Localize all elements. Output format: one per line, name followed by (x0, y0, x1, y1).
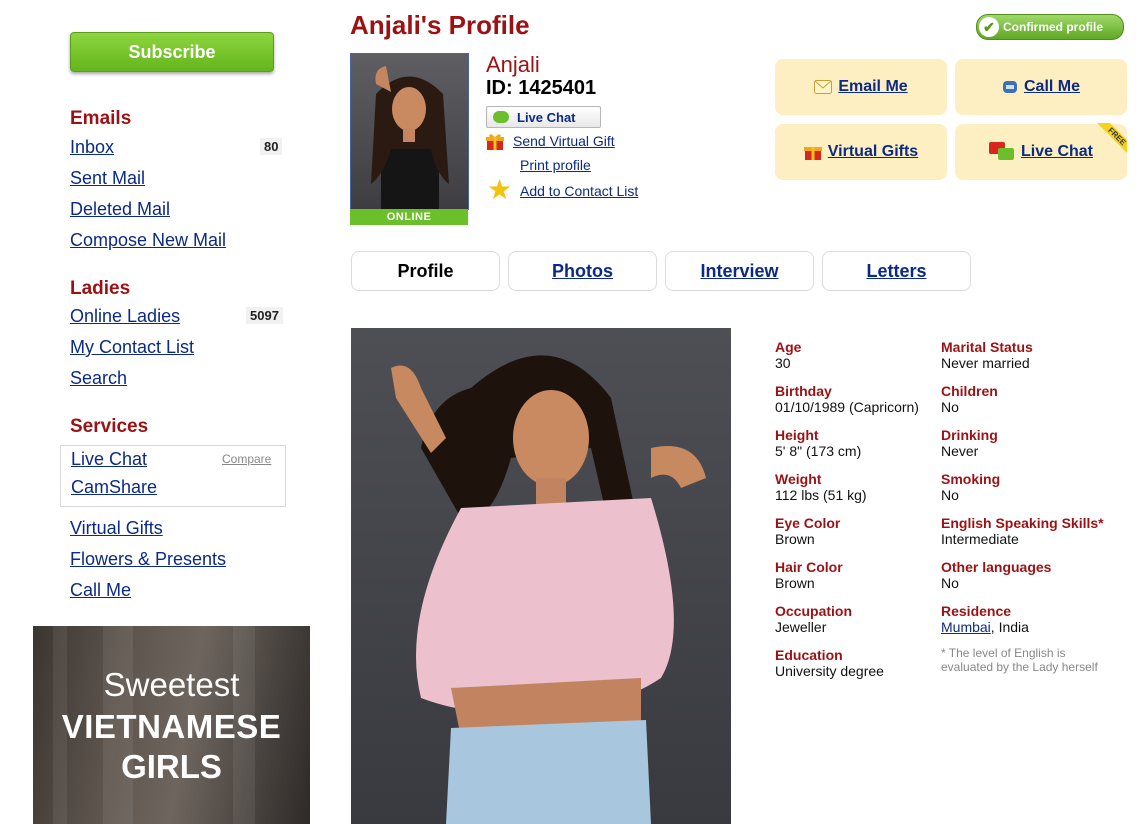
add-to-contact-list-link[interactable]: Add to Contact List (520, 183, 638, 199)
detail-label-birthday: Birthday (775, 383, 832, 399)
call-me-button[interactable]: Call Me (955, 59, 1127, 115)
call-me-label: Call Me (1023, 78, 1080, 95)
tab-letters[interactable]: Letters (822, 251, 971, 291)
live-chat-small-label: Live Chat (517, 109, 576, 125)
banner-line-1: Sweetest (103, 666, 240, 703)
detail-label-hair-color: Hair Color (775, 559, 843, 575)
thumbnail-portrait (371, 66, 449, 209)
detail-value-residence: Mumbai, India (941, 619, 1029, 635)
gift-icon (486, 134, 504, 150)
detail-value-education: University degree (775, 663, 884, 679)
sidebar-item-flowers-presents[interactable]: Flowers & Presents (70, 549, 226, 570)
detail-value-age: 30 (775, 355, 791, 371)
banner-line-2: VIETNAMESE (61, 708, 282, 745)
lady-name: Anjali (486, 52, 540, 77)
tab-photos[interactable]: Photos (508, 251, 657, 291)
detail-label-education: Education (775, 647, 843, 663)
main-photo-illustration (391, 355, 706, 824)
detail-value-occupation: Jeweller (775, 619, 827, 635)
detail-value-marital-status: Never married (941, 355, 1030, 371)
detail-value-eye-color: Brown (775, 531, 815, 547)
ladies-section-title: Ladies (70, 278, 131, 299)
sidebar: Subscribe Emails Inbox 80 Sent Mail Dele… (0, 0, 330, 824)
confirmed-profile-label: Confirmed profile (1003, 20, 1104, 34)
online-ladies-count-badge: 5097 (246, 307, 283, 324)
residence-city-link[interactable]: Mumbai (941, 619, 991, 635)
detail-value-drinking: Never (941, 443, 979, 459)
detail-label-weight: Weight (775, 471, 822, 487)
live-chat-label: Live Chat (1020, 143, 1093, 160)
gift-icon (803, 147, 822, 160)
detail-value-other-languages: No (941, 575, 959, 591)
online-status-badge: ONLINE (350, 209, 468, 225)
sidebar-item-inbox[interactable]: Inbox (70, 137, 114, 158)
detail-label-residence: Residence (941, 603, 1012, 619)
free-ribbon: FREE (1095, 123, 1127, 155)
vietnamese-girls-banner[interactable]: Sweetest VIETNAMESE GIRLS (33, 626, 310, 824)
sidebar-item-camshare[interactable]: CamShare (71, 477, 157, 498)
confirmed-profile-badge: ✔ Confirmed profile (976, 14, 1124, 40)
detail-label-marital-status: Marital Status (941, 339, 1033, 355)
detail-label-english-skills: English Speaking Skills* (941, 515, 1104, 531)
detail-label-occupation: Occupation (775, 603, 853, 619)
main-profile-photo[interactable] (351, 328, 731, 824)
detail-label-children: Children (941, 383, 998, 399)
chat-bubble-icon (493, 111, 509, 123)
detail-value-smoking: No (941, 487, 959, 503)
detail-label-age: Age (775, 339, 802, 355)
detail-value-hair-color: Brown (775, 575, 815, 591)
live-chat-small-button[interactable]: Live Chat (486, 106, 601, 128)
english-skill-footnote: * The level of English is evaluated by t… (941, 646, 1098, 674)
profile-thumbnail[interactable] (350, 53, 469, 210)
email-me-label: Email Me (838, 78, 908, 95)
detail-label-smoking: Smoking (941, 471, 1001, 487)
banner-line-3: GIRLS (121, 748, 222, 785)
print-profile-link[interactable]: Print profile (520, 157, 591, 173)
tab-profile[interactable]: Profile (351, 251, 500, 291)
tab-interview[interactable]: Interview (665, 251, 814, 291)
sidebar-item-virtual-gifts[interactable]: Virtual Gifts (70, 518, 163, 539)
detail-label-drinking: Drinking (941, 427, 998, 443)
residence-country: , India (990, 619, 1029, 635)
virtual-gifts-button[interactable]: Virtual Gifts (775, 124, 947, 180)
chat-icon (988, 142, 1014, 160)
detail-label-height: Height (775, 427, 819, 443)
sidebar-item-search[interactable]: Search (70, 368, 127, 389)
email-me-button[interactable]: Email Me (775, 59, 947, 115)
sidebar-item-deleted-mail[interactable]: Deleted Mail (70, 199, 170, 220)
free-badge-label: FREE (1095, 123, 1127, 155)
detail-label-eye-color: Eye Color (775, 515, 841, 531)
lady-id: ID: 1425401 (486, 77, 597, 99)
emails-section-title: Emails (70, 108, 132, 129)
checkmark-icon: ✔ (979, 17, 999, 37)
sidebar-item-call-me[interactable]: Call Me (70, 580, 131, 601)
envelope-icon (814, 80, 833, 94)
send-virtual-gift-link[interactable]: Send Virtual Gift (513, 133, 615, 149)
virtual-gifts-label: Virtual Gifts (827, 143, 919, 160)
star-icon: ★ (487, 174, 513, 205)
detail-value-height: 5' 8" (173 cm) (775, 443, 862, 459)
detail-value-birthday: 01/10/1989 (Capricorn) (775, 399, 919, 415)
sidebar-item-live-chat[interactable]: Live Chat (71, 449, 147, 470)
subscribe-button[interactable]: Subscribe (70, 32, 274, 72)
sidebar-item-my-contact-list[interactable]: My Contact List (70, 337, 194, 358)
detail-value-weight: 112 lbs (51 kg) (775, 487, 867, 503)
sidebar-item-compose-new-mail[interactable]: Compose New Mail (70, 230, 226, 251)
sidebar-item-sent-mail[interactable]: Sent Mail (70, 168, 145, 189)
sidebar-item-online-ladies[interactable]: Online Ladies (70, 306, 180, 327)
inbox-count-badge: 80 (260, 138, 283, 155)
detail-value-children: No (941, 399, 959, 415)
compare-link[interactable]: Compare (222, 452, 271, 466)
phone-icon (1002, 81, 1017, 93)
detail-value-english-skills: Intermediate (941, 531, 1019, 547)
services-section-title: Services (70, 416, 149, 437)
detail-label-other-languages: Other languages (941, 559, 1052, 575)
page-title: Anjali's Profile (350, 10, 530, 40)
